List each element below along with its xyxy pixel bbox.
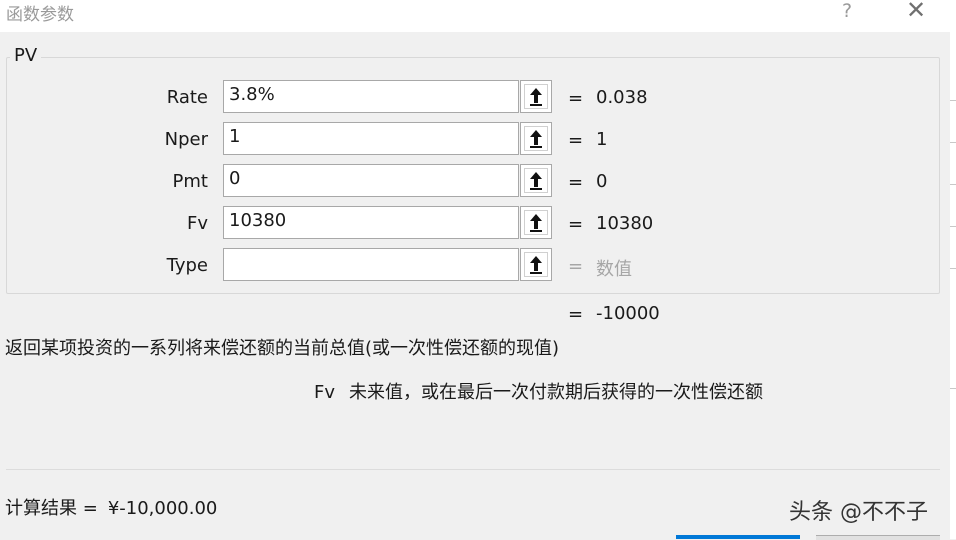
pmt-value: 0: [596, 171, 608, 192]
nper-collapse-button[interactable]: [520, 122, 552, 155]
function-description: 返回某项投资的一系列将来偿还额的当前总值(或一次性偿还额的现值): [5, 338, 560, 359]
formula-result: -10000: [596, 303, 660, 324]
rate-label: Rate: [166, 87, 208, 108]
fv-label: Fv: [186, 213, 208, 234]
collapse-arrow-icon: [530, 88, 542, 106]
calculation-result: 计算结果 = ¥-10,000.00: [5, 494, 217, 520]
nper-input[interactable]: 1: [223, 122, 519, 155]
help-button[interactable]: ?: [836, 0, 858, 24]
formula-result-equals: =: [568, 304, 584, 325]
collapse-arrow-icon: [530, 130, 542, 148]
pmt-equals: =: [568, 172, 584, 193]
pmt-input[interactable]: 0: [223, 164, 519, 197]
fv-value: 10380: [596, 213, 654, 234]
pmt-label: Pmt: [172, 171, 208, 192]
collapse-arrow-icon: [530, 172, 542, 190]
fv-equals: =: [568, 214, 584, 235]
close-button[interactable]: ✕: [902, 0, 930, 24]
parameter-help: Fv 未来值，或在最后一次付款期后获得的一次性偿还额: [314, 378, 763, 404]
window-edge: [950, 0, 956, 539]
ok-button[interactable]: [676, 535, 800, 539]
rate-collapse-button[interactable]: [520, 80, 552, 113]
nper-value: 1: [596, 129, 608, 150]
separator: [6, 469, 940, 470]
rate-input[interactable]: 3.8%: [223, 80, 519, 113]
function-name: PV: [10, 45, 42, 66]
fv-collapse-button[interactable]: [520, 206, 552, 239]
result-label: 计算结果 =: [5, 498, 98, 519]
parameter-help-name: Fv: [314, 382, 336, 403]
nper-equals: =: [568, 130, 584, 151]
nper-label: Nper: [164, 129, 208, 150]
parameter-help-text: 未来值，或在最后一次付款期后获得的一次性偿还额: [349, 382, 764, 403]
fv-input[interactable]: 10380: [223, 206, 519, 239]
rate-equals: =: [568, 88, 584, 109]
pmt-collapse-button[interactable]: [520, 164, 552, 197]
title-bar: 函数参数 ? ✕: [0, 0, 956, 32]
result-value: ¥-10,000.00: [107, 498, 218, 519]
cancel-button[interactable]: [816, 535, 940, 540]
type-label: Type: [166, 255, 208, 276]
rate-value: 0.038: [596, 87, 648, 108]
collapse-arrow-icon: [530, 214, 542, 232]
watermark: 头条 @不不子: [789, 500, 928, 525]
dialog-title: 函数参数: [6, 5, 74, 25]
type-input[interactable]: [223, 248, 519, 281]
type-equals: =: [568, 256, 584, 277]
type-value-hint: 数值: [596, 259, 632, 280]
collapse-arrow-icon: [530, 256, 542, 274]
type-collapse-button[interactable]: [520, 248, 552, 281]
